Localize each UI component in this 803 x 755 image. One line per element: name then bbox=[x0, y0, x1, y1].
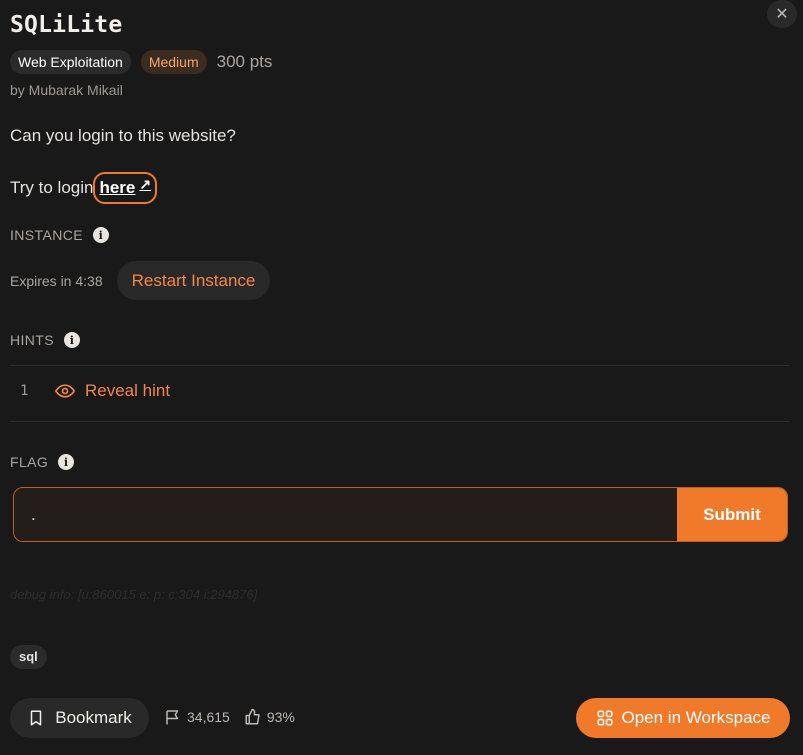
hints-label: HINTS bbox=[10, 332, 54, 348]
hints-section-label: HINTS i bbox=[10, 332, 80, 348]
info-icon[interactable]: i bbox=[58, 454, 75, 470]
grid-icon bbox=[597, 710, 612, 726]
challenge-panel: ✕ SQLiLite Web Exploitation Medium 300 p… bbox=[0, 0, 803, 755]
hint-row: 1 Reveal hint bbox=[10, 381, 170, 401]
submit-button[interactable]: Submit bbox=[677, 488, 787, 541]
instance-section-label: INSTANCE i bbox=[10, 227, 109, 243]
challenge-tags: Web Exploitation Medium 300 pts bbox=[10, 50, 272, 74]
here-link[interactable]: here ↗ bbox=[93, 172, 158, 204]
open-in-workspace-button[interactable]: Open in Workspace bbox=[576, 698, 790, 738]
flag-icon bbox=[166, 710, 179, 725]
topic-tag[interactable]: sql bbox=[10, 645, 47, 669]
hint-number: 1 bbox=[20, 383, 29, 399]
reveal-hint-label: Reveal hint bbox=[85, 381, 171, 400]
info-icon[interactable]: i bbox=[64, 332, 80, 348]
here-link-label: here bbox=[99, 178, 136, 197]
login-prefix: Try to login bbox=[10, 178, 94, 197]
bookmark-icon bbox=[30, 710, 42, 726]
close-icon: ✕ bbox=[775, 6, 789, 23]
thumbs-up-icon bbox=[245, 708, 260, 725]
info-icon[interactable]: i bbox=[92, 227, 109, 243]
challenge-title: SQLiLite bbox=[10, 12, 123, 38]
instance-row: Expires in 4:38 Restart Instance bbox=[10, 261, 271, 300]
login-line: Try to login here ↗ bbox=[10, 172, 158, 204]
close-button[interactable]: ✕ bbox=[767, 0, 797, 28]
eye-icon bbox=[55, 384, 75, 398]
divider bbox=[10, 365, 789, 366]
category-badge: Web Exploitation bbox=[10, 50, 131, 74]
rating-stat: 93% bbox=[244, 708, 295, 726]
instance-label: INSTANCE bbox=[10, 227, 83, 243]
bookmark-label: Bookmark bbox=[55, 708, 132, 727]
difficulty-badge: Medium bbox=[140, 50, 207, 74]
restart-instance-button[interactable]: Restart Instance bbox=[116, 261, 271, 300]
flag-label: FLAG bbox=[10, 454, 49, 470]
bookmark-button[interactable]: Bookmark bbox=[10, 698, 149, 738]
challenge-stats: 34,615 93% bbox=[164, 708, 295, 726]
debug-info: debug info: [u:860015 e: p: c:304 i:2948… bbox=[10, 587, 258, 602]
external-link-icon: ↗ bbox=[139, 175, 152, 192]
rating-value: 93% bbox=[266, 709, 295, 725]
flag-input[interactable] bbox=[14, 488, 677, 541]
author-label: by Mubarak Mikail bbox=[10, 82, 123, 98]
flag-form: Submit bbox=[13, 487, 788, 542]
solves-count: 34,615 bbox=[187, 709, 230, 725]
expires-label: Expires in 4:38 bbox=[10, 272, 103, 289]
workspace-label: Open in Workspace bbox=[621, 708, 771, 727]
divider bbox=[10, 421, 789, 422]
flag-section-label: FLAG i bbox=[10, 454, 75, 470]
reveal-hint-button[interactable]: Reveal hint bbox=[55, 381, 170, 401]
points-label: 300 pts bbox=[216, 52, 273, 71]
solves-stat: 34,615 bbox=[164, 708, 230, 726]
challenge-description: Can you login to this website? bbox=[10, 126, 236, 145]
